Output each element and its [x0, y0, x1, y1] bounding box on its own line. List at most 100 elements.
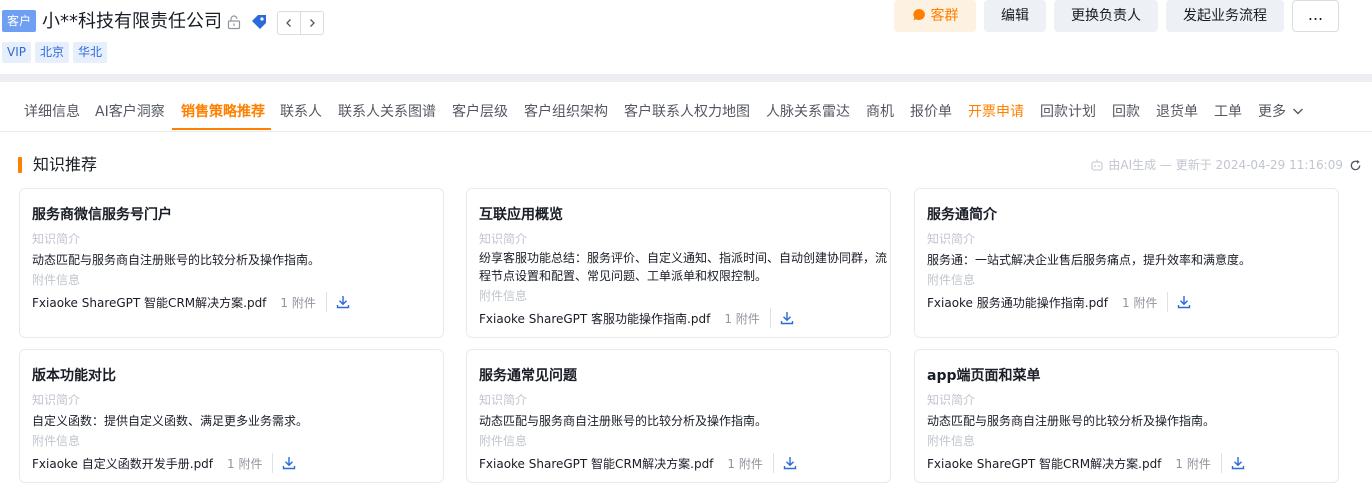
tab-payments[interactable]: 回款 [1112, 102, 1140, 122]
attachment-count: 1 附件 [724, 311, 760, 326]
download-icon[interactable] [335, 294, 351, 310]
attachment-label: 附件信息 [479, 289, 528, 303]
robot-icon [1091, 159, 1103, 171]
summary-label: 知识简介 [479, 393, 528, 407]
group-chat-button[interactable]: 客群 [894, 0, 976, 32]
summary-label: 知识简介 [479, 232, 528, 246]
card-summary: 服务通：一站式解决企业售后服务痛点，提升效率和满意度。 [927, 253, 1252, 267]
ai-generated-note: 由AI生成 — 更新于 2024-04-29 11:16:09 [1090, 157, 1362, 173]
chevron-right-icon [310, 19, 315, 27]
tab-customer-level[interactable]: 客户层级 [452, 102, 508, 122]
knowledge-card[interactable]: 互联应用概览 知识简介 纷享客服功能总结：服务评价、自定义通知、指派时间、自动创… [466, 188, 891, 338]
active-tab-indicator [172, 128, 271, 130]
card-summary: 动态匹配与服务商自注册账号的比较分析及操作指南。 [479, 414, 768, 428]
tab-power-map[interactable]: 客户联系人权力地图 [624, 102, 750, 122]
ai-note-text: 由AI生成 — 更新于 2024-04-29 11:16:09 [1108, 158, 1343, 172]
tab-org-chart[interactable]: 客户组织架构 [524, 102, 608, 122]
tab-opportunities[interactable]: 商机 [866, 102, 894, 122]
card-title[interactable]: 服务商微信服务号门户 [32, 205, 172, 225]
tab-more-label: 更多 [1258, 104, 1286, 120]
tag-vip: VIP [2, 42, 31, 63]
divider [772, 453, 774, 473]
attachment-row: Fxiaoke 服务通功能操作指南.pdf 1 附件 [927, 292, 1192, 312]
start-flow-button[interactable]: 发起业务流程 [1166, 0, 1284, 32]
attachment-count: 1 附件 [280, 295, 316, 310]
attachment-row: Fxiaoke ShareGPT 智能CRM解决方案.pdf 1 附件 [32, 292, 351, 312]
attachment-file-name[interactable]: Fxiaoke ShareGPT 智能CRM解决方案.pdf [927, 455, 1161, 472]
previous-record-button[interactable] [277, 11, 301, 35]
card-summary: 动态匹配与服务商自注册账号的比较分析及操作指南。 [32, 253, 321, 267]
attachment-file-name[interactable]: Fxiaoke ShareGPT 客服功能操作指南.pdf [479, 310, 710, 327]
change-owner-button[interactable]: 更换负责人 [1054, 0, 1158, 32]
summary-label: 知识简介 [927, 393, 976, 407]
knowledge-card[interactable]: 服务通常见问题 知识简介 动态匹配与服务商自注册账号的比较分析及操作指南。 附件… [466, 349, 891, 483]
divider [1167, 292, 1169, 312]
card-title[interactable]: 版本功能对比 [32, 366, 116, 386]
tab-ai-insight[interactable]: AI客户洞察 [95, 102, 165, 122]
attachment-count: 1 附件 [1175, 456, 1211, 471]
card-title[interactable]: 互联应用概览 [479, 205, 563, 225]
tab-payment-plan[interactable]: 回款计划 [1040, 102, 1096, 122]
object-type-badge: 客户 [2, 10, 36, 32]
chevron-down-icon [1293, 108, 1304, 115]
lock-icon[interactable] [226, 14, 242, 30]
tab-more[interactable]: 更多 [1258, 102, 1304, 122]
attachment-file-name[interactable]: Fxiaoke 服务通功能操作指南.pdf [927, 294, 1108, 311]
tab-contact-graph[interactable]: 联系人关系图谱 [338, 102, 436, 122]
tab-contacts[interactable]: 联系人 [280, 102, 322, 122]
card-summary: 自定义函数：提供自定义函数、满足更多业务需求。 [32, 414, 309, 428]
attachment-row: Fxiaoke ShareGPT 智能CRM解决方案.pdf 1 附件 [479, 453, 798, 473]
edit-button[interactable]: 编辑 [984, 0, 1046, 32]
header-divider [0, 74, 1372, 82]
page-title: 小**科技有限责任公司 [42, 11, 222, 32]
divider [769, 308, 771, 328]
tag-region-area: 华北 [73, 42, 108, 63]
tag-region-city: 北京 [34, 42, 69, 63]
download-icon[interactable] [1176, 294, 1192, 310]
attachment-label: 附件信息 [479, 434, 528, 448]
knowledge-card[interactable]: 服务通简介 知识简介 服务通：一站式解决企业售后服务痛点，提升效率和满意度。 附… [914, 188, 1339, 338]
tab-details[interactable]: 详细信息 [24, 102, 80, 122]
attachment-count: 1 附件 [227, 456, 263, 471]
card-title[interactable]: 服务通简介 [927, 205, 997, 225]
knowledge-card[interactable]: 服务商微信服务号门户 知识简介 动态匹配与服务商自注册账号的比较分析及操作指南。… [19, 188, 444, 338]
divider [1220, 453, 1222, 473]
download-icon[interactable] [782, 455, 798, 471]
attachment-label: 附件信息 [32, 434, 81, 448]
more-actions-button[interactable]: ... [1292, 0, 1339, 32]
card-title[interactable]: 服务通常见问题 [479, 366, 577, 386]
download-icon[interactable] [779, 310, 795, 326]
divider [325, 292, 327, 312]
tag-icon[interactable] [250, 13, 268, 31]
tab-invoice-request[interactable]: 开票申请 [968, 102, 1024, 122]
refresh-icon[interactable] [1349, 159, 1362, 172]
next-record-button[interactable] [300, 11, 324, 35]
attachment-file-name[interactable]: Fxiaoke ShareGPT 智能CRM解决方案.pdf [32, 294, 266, 311]
summary-label: 知识简介 [32, 232, 81, 246]
summary-label: 知识简介 [927, 232, 976, 246]
record-tags: VIP 北京 华北 [2, 42, 108, 63]
chevron-left-icon [286, 19, 291, 27]
knowledge-card[interactable]: 版本功能对比 知识简介 自定义函数：提供自定义函数、满足更多业务需求。 附件信息… [19, 349, 444, 483]
attachment-label: 附件信息 [927, 273, 976, 287]
section-title: 知识推荐 [33, 155, 98, 174]
attachment-count: 1 附件 [1122, 295, 1158, 310]
download-icon[interactable] [1230, 455, 1246, 471]
download-icon[interactable] [281, 455, 297, 471]
divider [272, 453, 274, 473]
attachment-row: Fxiaoke ShareGPT 客服功能操作指南.pdf 1 附件 [479, 308, 795, 328]
chat-bubble-icon [912, 9, 925, 21]
record-header: 客户 小**科技有限责任公司 VIP 北京 华北 客群 编辑 更换负责人 发起业… [0, 0, 1372, 74]
attachment-label: 附件信息 [927, 434, 976, 448]
tab-returns[interactable]: 退货单 [1156, 102, 1198, 122]
tab-work-orders[interactable]: 工单 [1214, 102, 1242, 122]
attachment-file-name[interactable]: Fxiaoke 自定义函数开发手册.pdf [32, 455, 213, 472]
knowledge-card[interactable]: app端页面和菜单 知识简介 动态匹配与服务商自注册账号的比较分析及操作指南。 … [914, 349, 1339, 483]
tab-quotes[interactable]: 报价单 [910, 102, 952, 122]
tab-sales-strategy[interactable]: 销售策略推荐 [181, 102, 265, 122]
attachment-file-name[interactable]: Fxiaoke ShareGPT 智能CRM解决方案.pdf [479, 455, 713, 472]
tab-network-radar[interactable]: 人脉关系雷达 [766, 102, 850, 122]
summary-label: 知识简介 [32, 393, 81, 407]
group-chat-label: 客群 [930, 8, 959, 24]
card-title[interactable]: app端页面和菜单 [927, 366, 1041, 386]
